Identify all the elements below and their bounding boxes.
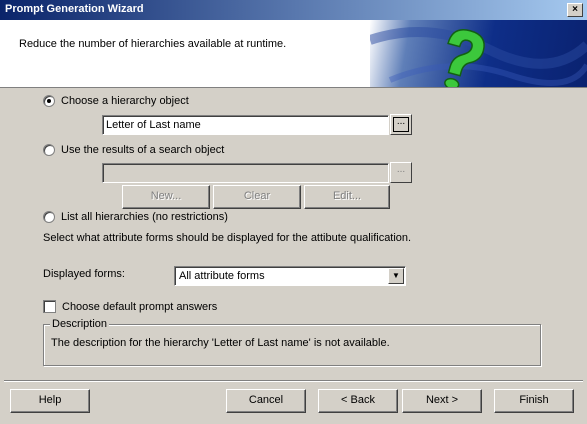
wizard-window: Prompt Generation Wizard × Reduce the nu… (0, 0, 587, 424)
footer-separator (4, 380, 583, 382)
displayed-forms-label: Displayed forms: (43, 268, 125, 280)
clear-button[interactable]: Clear (213, 185, 301, 209)
dropdown-arrow-icon[interactable]: ▼ (388, 268, 404, 284)
description-group: Description The description for the hier… (43, 318, 541, 366)
wizard-header: Reduce the number of hierarchies availab… (0, 20, 587, 88)
search-object-label: Use the results of a search object (61, 144, 225, 156)
list-all-option[interactable]: List all hierarchies (no restrictions) (43, 211, 228, 223)
hierarchy-browse-button[interactable]: ... (390, 114, 412, 135)
search-object-option[interactable]: Use the results of a search object (43, 144, 224, 156)
close-button[interactable]: × (567, 3, 583, 17)
question-mark-icon (370, 27, 587, 87)
hierarchy-object-radio[interactable] (43, 95, 55, 107)
list-all-label: List all hierarchies (no restrictions) (61, 211, 228, 223)
search-browse-button[interactable]: ... (390, 162, 412, 183)
window-title: Prompt Generation Wizard (5, 3, 144, 15)
help-button[interactable]: Help (10, 389, 90, 413)
hierarchy-object-label: Choose a hierarchy object (61, 95, 189, 107)
default-answers-checkbox[interactable] (43, 300, 56, 313)
new-button[interactable]: New... (122, 185, 210, 209)
back-button[interactable]: < Back (318, 389, 398, 413)
displayed-forms-value: All attribute forms (179, 270, 265, 282)
step-description: Reduce the number of hierarchies availab… (19, 38, 287, 50)
list-all-radio[interactable] (43, 211, 55, 223)
default-answers-label: Choose default prompt answers (62, 300, 218, 313)
search-object-radio[interactable] (43, 144, 55, 156)
default-answers-option[interactable]: Choose default prompt answers (43, 300, 217, 313)
cancel-button[interactable]: Cancel (226, 389, 306, 413)
description-legend: Description (50, 318, 110, 330)
description-text: The description for the hierarchy 'Lette… (51, 337, 390, 349)
wizard-banner (370, 20, 587, 87)
title-bar[interactable]: Prompt Generation Wizard × (0, 0, 587, 20)
hierarchy-object-option[interactable]: Choose a hierarchy object (43, 95, 189, 107)
displayed-forms-select[interactable]: All attribute forms ▼ (174, 266, 406, 286)
finish-button[interactable]: Finish (494, 389, 574, 413)
forms-instruction: Select what attribute forms should be di… (43, 232, 412, 244)
hierarchy-object-field[interactable]: Letter of Last name (102, 115, 389, 135)
next-button[interactable]: Next > (402, 389, 482, 413)
edit-button[interactable]: Edit... (304, 185, 390, 209)
search-object-field[interactable] (102, 163, 389, 183)
